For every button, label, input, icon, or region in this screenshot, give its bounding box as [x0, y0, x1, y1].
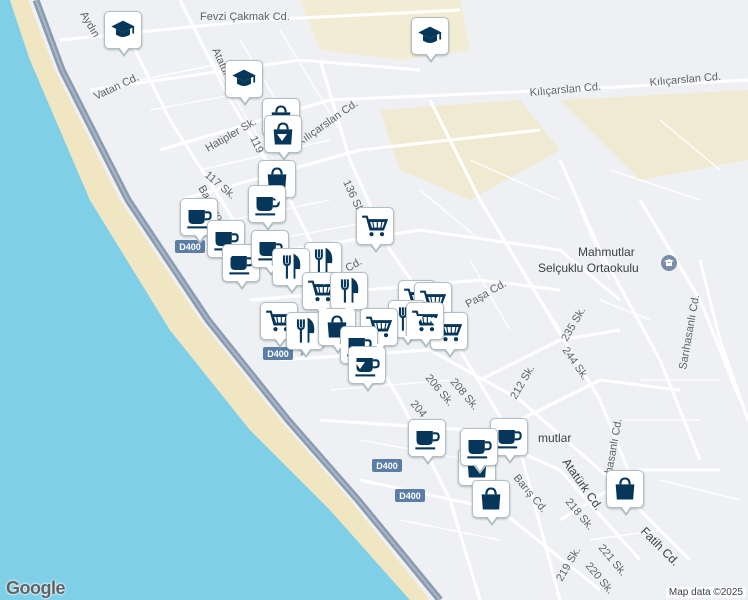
shopping-cart-icon [361, 212, 389, 240]
street-label: Fevzi Çakmak Cd. [200, 11, 290, 23]
map-canvas[interactable]: D400 D400 D400 D400 Fevzi Çakmak Cd. Ayd… [0, 0, 748, 600]
svg-text:D400: D400 [399, 491, 421, 501]
svg-text:D400: D400 [267, 349, 289, 359]
svg-text:D400: D400 [376, 461, 398, 471]
shopping-pin[interactable] [606, 470, 644, 516]
school-label[interactable]: Selçuklu Ortaokulu [538, 261, 639, 275]
graduation-cap-icon [109, 16, 137, 44]
shopping-bag-icon [611, 475, 639, 503]
coffee-cup-icon [465, 433, 493, 461]
school-pin[interactable] [104, 11, 142, 57]
fork-knife-icon [309, 247, 337, 275]
grocery-pin[interactable] [356, 207, 394, 253]
coffee-cup-icon [495, 423, 523, 451]
d400-shield: D400 [395, 489, 425, 502]
school-pin[interactable] [225, 60, 263, 106]
cafe-pin[interactable] [348, 346, 386, 392]
cafe-pin[interactable] [248, 185, 286, 231]
coffee-cup-icon [253, 190, 281, 218]
d400-shield: D400 [372, 459, 402, 472]
school-label[interactable]: Mahmutlar [578, 245, 635, 259]
school-poi-icon[interactable] [661, 255, 677, 271]
cafe-pin[interactable] [460, 428, 498, 474]
area-label-mahmutlar: mutlar [538, 431, 571, 445]
fork-knife-icon [291, 317, 319, 345]
fork-knife-icon [277, 253, 305, 281]
cafe-pin[interactable] [408, 419, 446, 465]
map-attribution[interactable]: Map data ©2025 [665, 587, 746, 598]
google-logo: Google [6, 578, 66, 598]
fork-knife-icon [335, 277, 363, 305]
graduation-cap-icon [416, 22, 444, 50]
school-pin[interactable] [411, 17, 449, 63]
graduation-cap-icon [230, 65, 258, 93]
coffee-cup-icon [413, 424, 441, 452]
restaurant-pin[interactable] [330, 272, 368, 318]
